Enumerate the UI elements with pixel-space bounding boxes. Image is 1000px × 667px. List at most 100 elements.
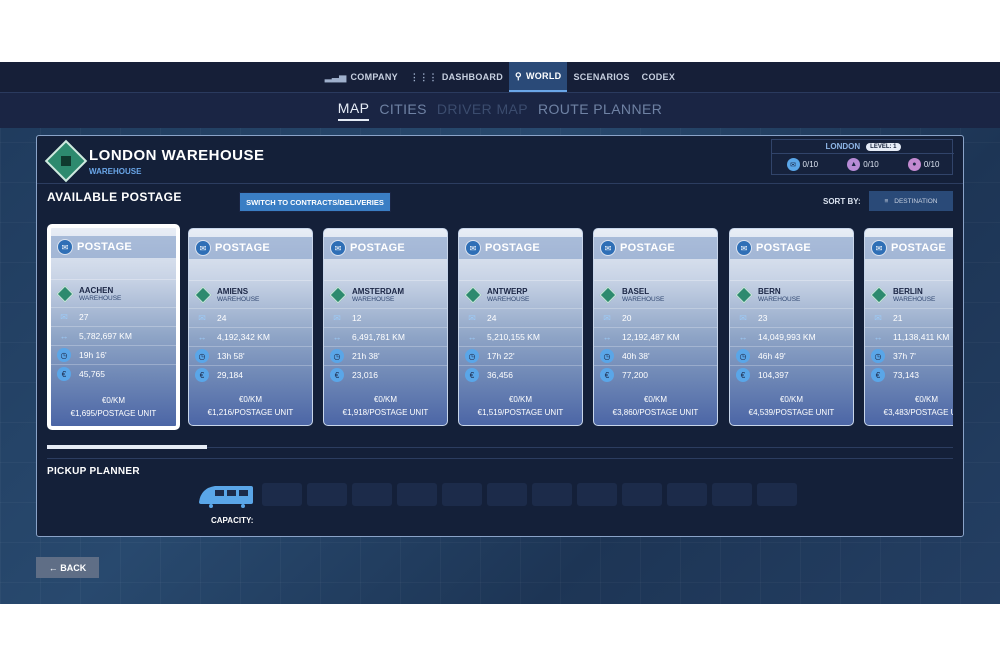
cards-scroll-thumb[interactable] [47,445,207,449]
available-postage-heading: AVAILABLE POSTAGE [47,190,182,204]
grid-icon: ⋮⋮⋮ [409,71,438,82]
city-name: LONDON [825,142,861,151]
destination-type: WAREHOUSE [79,294,122,302]
city-info-box: LONDON LEVEL: 1 ✉ 0/10 ▲ 0/10 ● 0/10 [771,139,954,175]
capacity-slot[interactable] [667,483,707,506]
card-header: POSTAGE [350,242,406,254]
price-per-km: €0/KM [238,395,263,404]
money-value: 73,143 [893,370,919,380]
distance-icon: ↔ [197,332,207,342]
postage-card[interactable]: ✉ POSTAGE AACHEN WAREHOUSE ✉ 27 ↔ 5,782,697 KM ◷… [47,224,180,430]
price-per-unit: €1,695/POSTAGE UNIT [70,409,157,418]
nav-codex[interactable]: CODEX [636,62,682,92]
clock-icon: ◷ [600,349,614,363]
city-stat-passengers: ▲ 0/10 [847,158,879,171]
destination-type: WAREHOUSE [487,295,530,303]
euro-icon: € [600,368,614,382]
distance-icon: ↔ [738,332,748,342]
postage-amount: 20 [622,313,632,323]
card-header: POSTAGE [77,241,133,253]
postage-card[interactable]: ✉ POSTAGE BASEL WAREHOUSE ✉ 20 ↔ 12,192,487 KM ◷… [593,228,718,426]
destination-city: AACHEN [79,285,114,295]
clock-icon: ◷ [465,349,479,363]
sort-destination-button[interactable]: ≡ DESTINATION [869,191,953,211]
capacity-slot[interactable] [307,483,347,506]
card-header: POSTAGE [756,242,812,254]
money-value: 45,765 [79,369,105,379]
top-navigation: ▂▃▅ COMPANY ⋮⋮⋮ DASHBOARD ⚲ WORLD SCENAR… [0,62,1000,92]
nav-codex-label: CODEX [641,72,676,82]
price-per-km: €0/KM [373,395,398,404]
game-screen: ▂▃▅ COMPANY ⋮⋮⋮ DASHBOARD ⚲ WORLD SCENAR… [0,62,1000,604]
money-value: 29,184 [217,370,243,380]
postage-icon: ✉ [195,240,211,256]
euro-icon: € [330,368,344,382]
destination-city: AMSTERDAM [352,286,404,296]
postage-card[interactable]: ✉ POSTAGE AMSTERDAM WAREHOUSE ✉ 12 ↔ 6,491,781 … [323,228,448,426]
capacity-label: CAPACITY: [211,516,254,525]
warehouse-icon [464,286,482,303]
city-stat-postage: ✉ 0/10 [786,158,819,171]
pickup-divider [47,458,953,459]
postage-icon: ✉ [736,240,752,256]
goods-icon: ● [907,158,921,171]
warehouse-icon [870,286,888,303]
distance-value: 5,210,155 KM [487,332,540,342]
euro-icon: € [57,367,71,381]
time-value: 13h 58' [217,351,245,361]
postage-card[interactable]: ✉ POSTAGE AMIENS WAREHOUSE ✉ 24 ↔ 4,192,342 KM ◷… [188,228,313,426]
postage-card[interactable]: ✉ POSTAGE BERN WAREHOUSE ✉ 23 ↔ 14,049,993 KM ◷ 4… [729,228,854,426]
price-per-km: €0/KM [101,396,126,405]
money-value: 104,397 [758,370,789,380]
capacity-slot[interactable] [487,483,527,506]
postage-icon: ✉ [330,240,346,256]
mail-icon: ✉ [739,312,747,323]
time-value: 19h 16' [79,350,107,360]
postage-card[interactable]: ✉ POSTAGE ANTWERP WAREHOUSE ✉ 24 ↔ 5,210,155 KM… [458,228,583,426]
destination-city: BERN [758,286,781,296]
switch-contracts-button[interactable]: SWITCH TO CONTRACTS/DELIVERIES [239,192,391,212]
price-per-unit: €1,216/POSTAGE UNIT [207,408,294,417]
price-per-unit: €1,519/POSTAGE UNIT [477,408,564,417]
tab-route-planner[interactable]: ROUTE PLANNER [538,101,662,120]
clock-icon: ◷ [330,349,344,363]
postage-amount: 12 [352,313,362,323]
capacity-slot[interactable] [532,483,572,506]
capacity-slot[interactable] [622,483,662,506]
nav-world[interactable]: ⚲ WORLD [509,62,568,92]
capacity-slots [262,483,797,506]
train-icon [199,486,253,508]
capacity-slot[interactable] [262,483,302,506]
capacity-slot[interactable] [577,483,617,506]
postage-card[interactable]: ✉ POSTAGE BERLIN WAREHOUSE ✉ 21 ↔ 11,138,411 KM… [864,228,953,426]
tab-driver-map[interactable]: DRIVER MAP [437,101,528,120]
mail-icon: ✉ [603,312,611,323]
tab-map[interactable]: MAP [337,100,370,121]
back-button[interactable]: ← BACK [36,557,99,578]
capacity-slot[interactable] [397,483,437,506]
warehouse-icon [194,286,212,303]
capacity-slot[interactable] [757,483,797,506]
tab-cities[interactable]: CITIES [379,101,427,120]
signal-icon: ▂▃▅ [324,71,347,82]
capacity-slot[interactable] [442,483,482,506]
card-price: €0/KM €1,695/POSTAGE UNIT [51,394,176,420]
city-stat-goods-value: 0/10 [923,160,940,169]
nav-scenarios[interactable]: SCENARIOS [567,62,635,92]
warehouse-icon [44,139,88,183]
time-value: 21h 38' [352,351,380,361]
mail-icon: ✉ [198,312,206,323]
capacity-slot[interactable] [712,483,752,506]
card-header: POSTAGE [485,242,541,254]
capacity-slot[interactable] [352,483,392,506]
city-stat-postage-value: 0/10 [802,160,819,169]
card-price: €0/KM €1,519/POSTAGE UNIT [459,393,582,419]
card-price: €0/KM €1,216/POSTAGE UNIT [189,393,312,419]
pickup-planner-heading: PICKUP PLANNER [47,466,140,477]
nav-dashboard[interactable]: ⋮⋮⋮ DASHBOARD [404,62,509,92]
card-price: €0/KM €1,918/POSTAGE UNIT [324,393,447,419]
card-header: POSTAGE [620,242,676,254]
nav-company[interactable]: ▂▃▅ COMPANY [319,62,404,92]
destination-city: BASEL [622,286,650,296]
pin-icon: ⚲ [515,70,522,81]
